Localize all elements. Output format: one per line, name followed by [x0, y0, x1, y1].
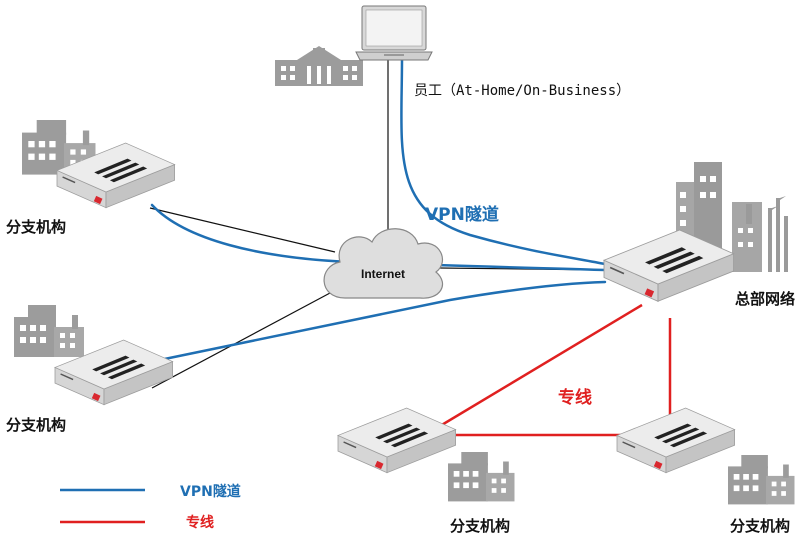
employee-label: 员工（At-Home/On-Business） — [414, 83, 631, 99]
branch-bottom-center-label: 分支机构 — [450, 517, 511, 535]
branch-mid-left-label: 分支机构 — [6, 416, 67, 434]
headquarters-label: 总部网络 — [735, 290, 796, 308]
internet-label: Internet — [361, 267, 406, 281]
vpn-tunnel-label: VPN隧道 — [425, 205, 499, 225]
laptop-icon — [355, 5, 433, 61]
building-icon — [448, 452, 515, 502]
building-icon — [275, 46, 363, 86]
building-icon — [728, 455, 795, 505]
firewall-appliance-icon-branch-bottom-center — [337, 407, 457, 474]
internet-cloud-icon — [323, 228, 444, 299]
firewall-appliance-icon-branch-bottom-right — [616, 407, 736, 474]
leased-line-hq-to-branch-bottom-center — [424, 303, 643, 437]
building-icon — [14, 305, 84, 357]
legend-leased-label: 专线 — [186, 515, 214, 531]
legend-vpn-label: VPN隧道 — [180, 484, 241, 500]
leased-line-label: 专线 — [558, 388, 592, 408]
internet-link-branch-mid-left — [151, 284, 346, 389]
branch-top-left-label: 分支机构 — [6, 218, 67, 236]
internet-link-branch-top-left — [149, 207, 336, 253]
branch-bottom-right-label: 分支机构 — [730, 517, 791, 535]
